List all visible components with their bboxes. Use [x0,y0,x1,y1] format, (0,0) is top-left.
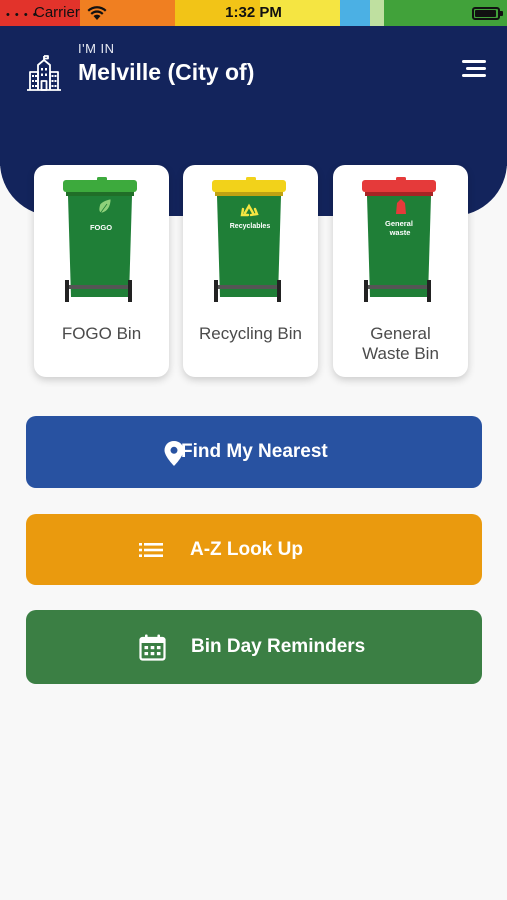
bin-lid-label-general: General [385,219,413,228]
find-my-nearest-label: Find My Nearest [181,441,328,462]
a-z-look-up-button[interactable]: A-Z Look Up [26,514,482,585]
bin-name: FOGO Bin [61,324,142,343]
bin-day-reminders-button[interactable]: Bin Day Reminders [26,610,482,684]
find-my-nearest-button[interactable]: Find My Nearest [26,416,482,488]
wheelie-bin-recycling-icon: Recyclables [212,177,286,302]
council-name[interactable]: Melville (City of) [78,59,254,86]
wheelie-bin-general-waste-icon: General waste [362,177,436,302]
battery-icon [472,7,503,20]
bin-card-general-waste[interactable]: General waste General Waste Bin [333,165,468,377]
calendar-icon [139,634,166,661]
bin-name: Recycling Bin [199,324,302,343]
header-fill-left [0,26,60,166]
bin-card-recycling[interactable]: Recyclables Recycling Bin [183,165,318,377]
menu-icon[interactable] [456,58,486,80]
bin-card-fogo[interactable]: FOGO FOGO Bin [34,165,169,377]
status-time: 1:32 PM [225,4,282,21]
list-icon [139,543,163,557]
wheelie-bin-fogo-icon: FOGO [63,177,137,302]
bin-lid-label: FOGO [90,223,112,232]
bin-lid-label: Recyclables [230,223,271,230]
city-building-icon [27,55,61,91]
bin-lid-label-general-line2: waste [389,228,411,237]
status-bar: • • • • Carrier 1:32 PM [0,0,507,26]
a-z-look-up-label: A-Z Look Up [190,539,303,560]
bin-name: General Waste Bin [362,324,439,363]
bin-day-reminders-label: Bin Day Reminders [191,636,366,657]
location-kicker: I'M IN [78,41,115,56]
header-fill-right [447,26,507,166]
